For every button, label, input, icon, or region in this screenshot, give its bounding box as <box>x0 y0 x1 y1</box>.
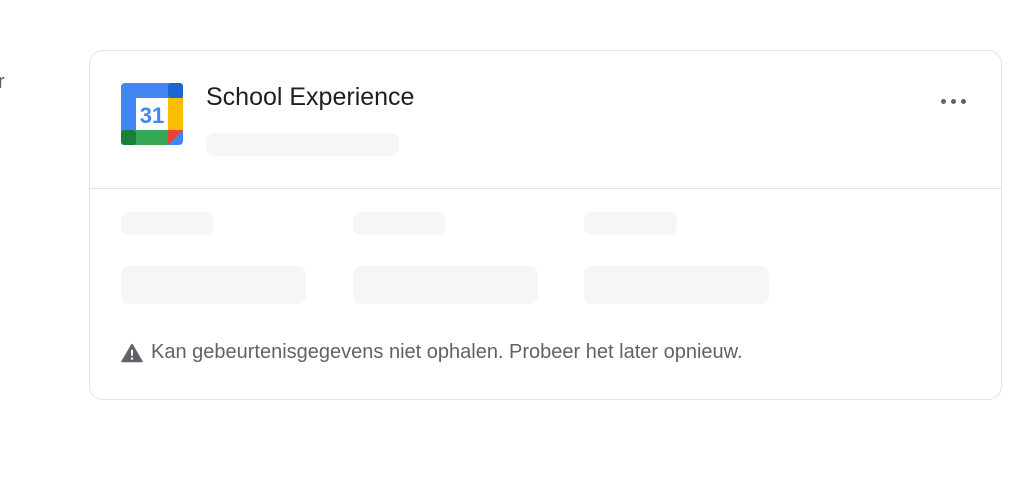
google-calendar-icon: 31 <box>121 83 183 145</box>
more-horizontal-icon <box>960 98 966 104</box>
event-card: 31 School Experience Kan gebeurtenisgege… <box>89 50 1002 400</box>
truncated-sidebar-text: r <box>0 71 5 93</box>
calendar-day-number: 31 <box>140 103 164 128</box>
warning-icon <box>121 343 143 362</box>
field-label-placeholder <box>353 212 446 235</box>
error-message: Kan gebeurtenisgegevens niet ophalen. Pr… <box>151 341 743 363</box>
more-horizontal-icon <box>950 98 956 104</box>
card-header: 31 School Experience <box>90 51 1001 189</box>
field-label-placeholder <box>121 212 214 235</box>
subtitle-loading-placeholder <box>206 133 399 156</box>
error-message-row: Kan gebeurtenisgegevens niet ophalen. Pr… <box>121 341 743 364</box>
field-label-placeholder <box>584 212 677 235</box>
more-horizontal-icon <box>940 98 946 104</box>
field-value-placeholder <box>353 266 538 304</box>
card-title: School Experience <box>206 83 415 111</box>
field-value-placeholder <box>584 266 769 304</box>
field-value-placeholder <box>121 266 306 304</box>
more-options-button[interactable] <box>933 89 973 113</box>
